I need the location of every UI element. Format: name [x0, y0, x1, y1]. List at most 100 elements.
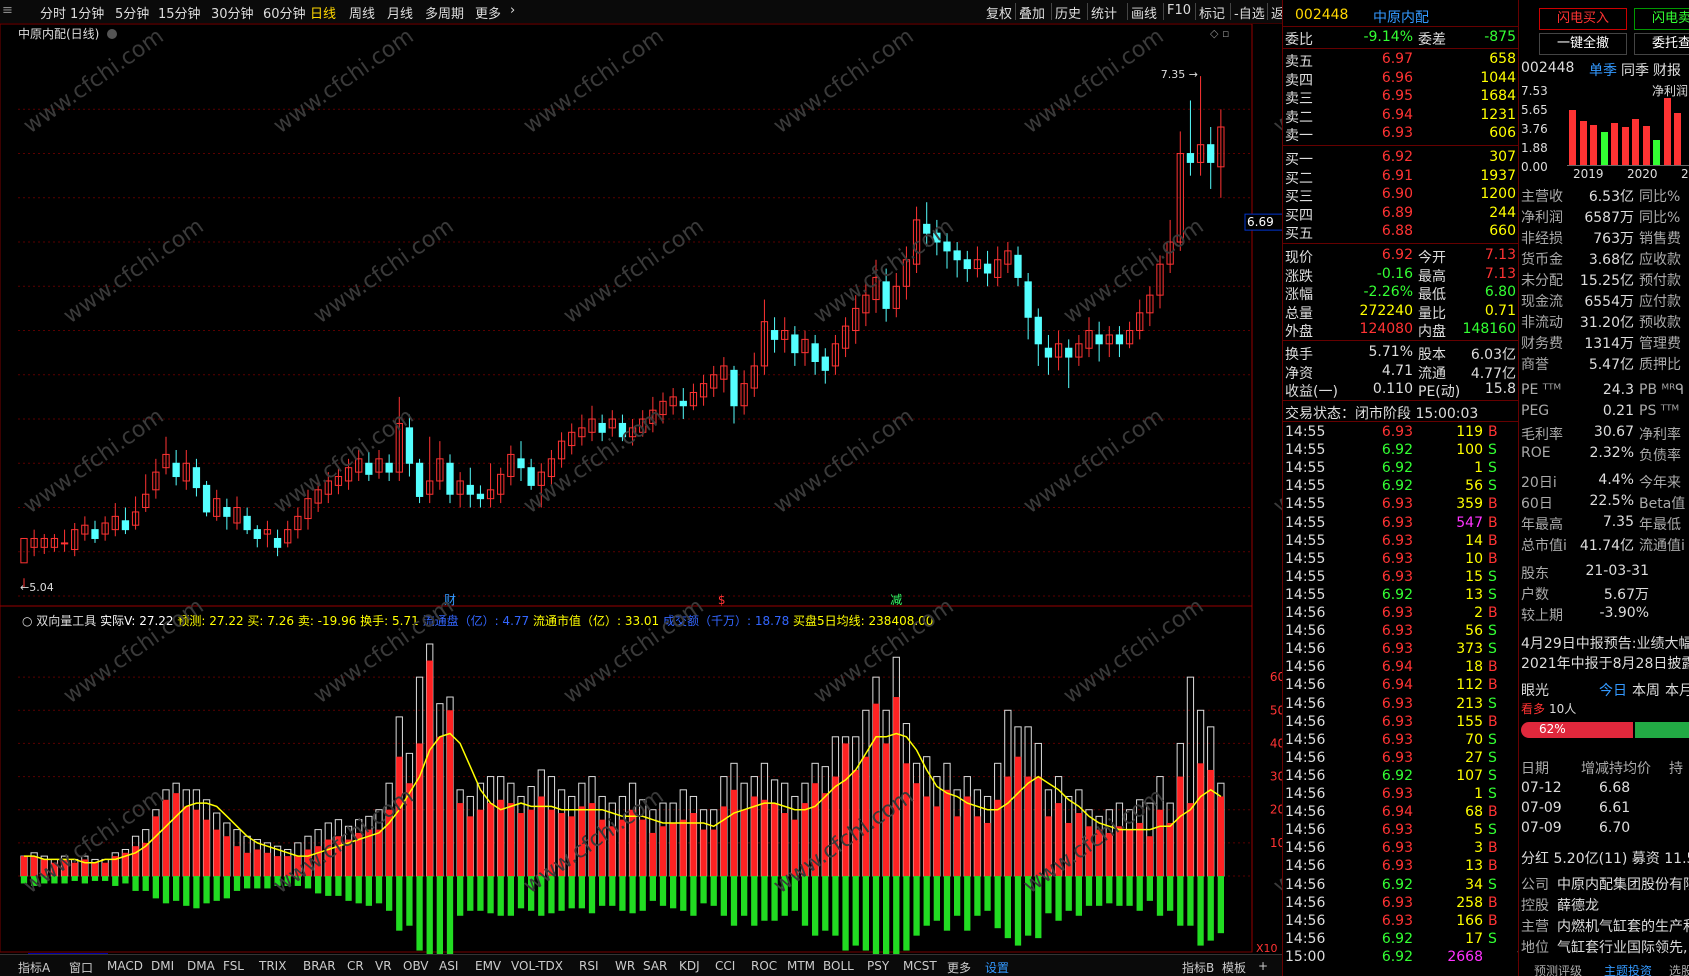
tool-button[interactable]: 叠加 — [1019, 3, 1045, 22]
indicator-tab[interactable]: ROC — [751, 959, 777, 973]
period-tab[interactable]: 1分钟 — [70, 3, 104, 22]
indicator-tab[interactable]: 窗口 — [69, 959, 93, 976]
sell-volume-bar — [761, 876, 768, 921]
indicator-tab[interactable]: DMI — [151, 959, 174, 973]
indicator-tab[interactable]: ASI — [439, 959, 458, 973]
template-tab[interactable]: 模板 — [1222, 959, 1246, 976]
period-tab[interactable]: 月线 — [387, 3, 413, 22]
tick-time: 14:56 — [1285, 623, 1326, 640]
trade-button[interactable]: 闪电买入 — [1539, 8, 1627, 30]
menu-icon[interactable]: ≡ — [2, 3, 13, 18]
buy-volume-bar — [1207, 769, 1214, 876]
period-tab[interactable]: 60分钟 — [263, 3, 306, 22]
indicator-tab[interactable]: MCST — [903, 959, 937, 973]
sell-volume-bar — [872, 876, 880, 976]
candle — [720, 357, 728, 393]
kline-svg[interactable]: 7.207.006.806.606.406.206.005.805.605.40… — [0, 23, 1459, 976]
indicator-tab[interactable]: 指标A — [18, 959, 50, 976]
buy-volume-bar — [456, 803, 464, 876]
indicator-tab[interactable]: FSL — [223, 959, 244, 973]
indicator-tab[interactable]: CCI — [715, 959, 735, 973]
sell-volume-bar — [1065, 876, 1072, 911]
period-tab[interactable]: 周线 — [349, 3, 375, 22]
tool-button[interactable]: 统计 — [1091, 3, 1117, 22]
sell-volume-bar — [71, 876, 78, 881]
candle — [1044, 334, 1053, 375]
tool-button[interactable]: 历史 — [1055, 3, 1081, 22]
tick-row: 14:556.93547B17 — [1283, 514, 1543, 533]
plus-icon[interactable]: + — [1258, 959, 1268, 973]
indicator-tab[interactable]: DMA — [187, 959, 215, 973]
indicator-tab[interactable]: SAR — [643, 959, 667, 973]
sell-volume-bar — [233, 876, 241, 891]
fin-tab[interactable]: 同季 — [1621, 60, 1649, 80]
volume-bar — [943, 762, 951, 931]
candle-body — [983, 263, 992, 274]
fin-tab[interactable]: 单季 — [1589, 60, 1617, 80]
indicator-tab[interactable]: WR — [615, 959, 635, 973]
stat-value: -0.16 — [1376, 265, 1413, 282]
candle — [1024, 273, 1032, 340]
trade-button[interactable]: 闪电卖出 — [1634, 8, 1689, 30]
indicator-tab[interactable]: OBV — [403, 959, 429, 973]
indicator-tab[interactable]: 设置 — [985, 959, 1009, 976]
tool-button[interactable]: -自选 — [1234, 3, 1265, 22]
watermark: www.cfchi.com — [1019, 404, 1168, 519]
period-tab[interactable]: 5分钟 — [115, 3, 149, 22]
period-tab[interactable]: 日线 — [310, 3, 336, 22]
tick-price: 6.93 — [1381, 514, 1413, 531]
indicator-tab[interactable]: RSI — [579, 959, 599, 973]
eye-tab[interactable]: 本月 — [1665, 680, 1689, 700]
footer-link[interactable]: 选股 — [1669, 962, 1689, 976]
cell: 收益(一) — [1285, 384, 1338, 400]
candle-body — [1024, 281, 1032, 318]
sell-volume-bar — [629, 876, 636, 914]
indicator-tab[interactable]: BOLL — [823, 959, 854, 973]
period-tab[interactable]: 更多 — [475, 3, 501, 22]
trade-button[interactable]: 委托查询 — [1634, 33, 1689, 55]
indicator-tab[interactable]: 更多 — [947, 959, 971, 976]
volume-bar — [436, 703, 444, 961]
fin-tab[interactable]: 财报 — [1653, 60, 1681, 80]
indicator-tab-b[interactable]: 指标B — [1182, 959, 1214, 976]
tick-flag: B — [1488, 514, 1498, 531]
indicator-tab[interactable]: MTM — [787, 959, 815, 973]
indicator-tab[interactable]: VOL-TDX — [511, 959, 563, 973]
indicator-tab[interactable]: CR — [347, 959, 364, 973]
indicator-tab[interactable]: MACD — [107, 959, 143, 973]
indicator-tab[interactable]: PSY — [867, 959, 889, 973]
buy-volume-bar — [162, 799, 170, 876]
eye-tab[interactable]: 本周 — [1632, 680, 1660, 700]
perf-label2: Beta值 — [1639, 496, 1686, 512]
sell-volume-bar — [91, 876, 99, 881]
news-item[interactable]: 4月29日中报预告:业绩大幅 — [1521, 633, 1689, 653]
tool-button[interactable]: 复权 — [986, 3, 1012, 22]
indicator-tab[interactable]: TRIX — [259, 959, 286, 973]
chevron-right-icon[interactable]: › — [510, 3, 515, 18]
tool-button[interactable]: 标记 — [1199, 3, 1225, 22]
tick-row: 14:566.93213S11 — [1283, 695, 1543, 714]
tool-button[interactable]: F10 — [1167, 3, 1191, 18]
indicator-tab[interactable]: VR — [375, 959, 392, 973]
candle — [760, 299, 769, 375]
eye-tab[interactable]: 今日 — [1599, 680, 1627, 700]
tick-flag: S — [1488, 767, 1497, 784]
indicator-tab[interactable]: KDJ — [679, 959, 700, 973]
candle — [253, 525, 261, 548]
period-tab[interactable]: 多周期 — [425, 3, 464, 22]
period-tab[interactable]: 分时 — [40, 3, 66, 22]
indicator-tab[interactable]: BRAR — [303, 959, 336, 973]
news-item[interactable]: 2021年中报于8月28日披露 — [1521, 653, 1689, 673]
tick-vol: 18 — [1465, 659, 1483, 676]
indicator-tab[interactable]: EMV — [475, 959, 501, 973]
period-tab[interactable]: 15分钟 — [158, 3, 201, 22]
volume-bar — [983, 795, 992, 911]
period-tab[interactable]: 30分钟 — [211, 3, 254, 22]
tool-button[interactable]: 画线 — [1131, 3, 1157, 22]
trade-button[interactable]: 一键全撤 — [1539, 33, 1627, 55]
tick-row: 14:556.9256S16 — [1283, 477, 1543, 496]
kline-chart-area[interactable]: 7.207.006.806.606.406.206.005.805.605.40… — [0, 23, 1459, 976]
volume-bar — [994, 762, 1002, 929]
candle-body — [1207, 144, 1215, 163]
candle-body — [963, 259, 971, 270]
